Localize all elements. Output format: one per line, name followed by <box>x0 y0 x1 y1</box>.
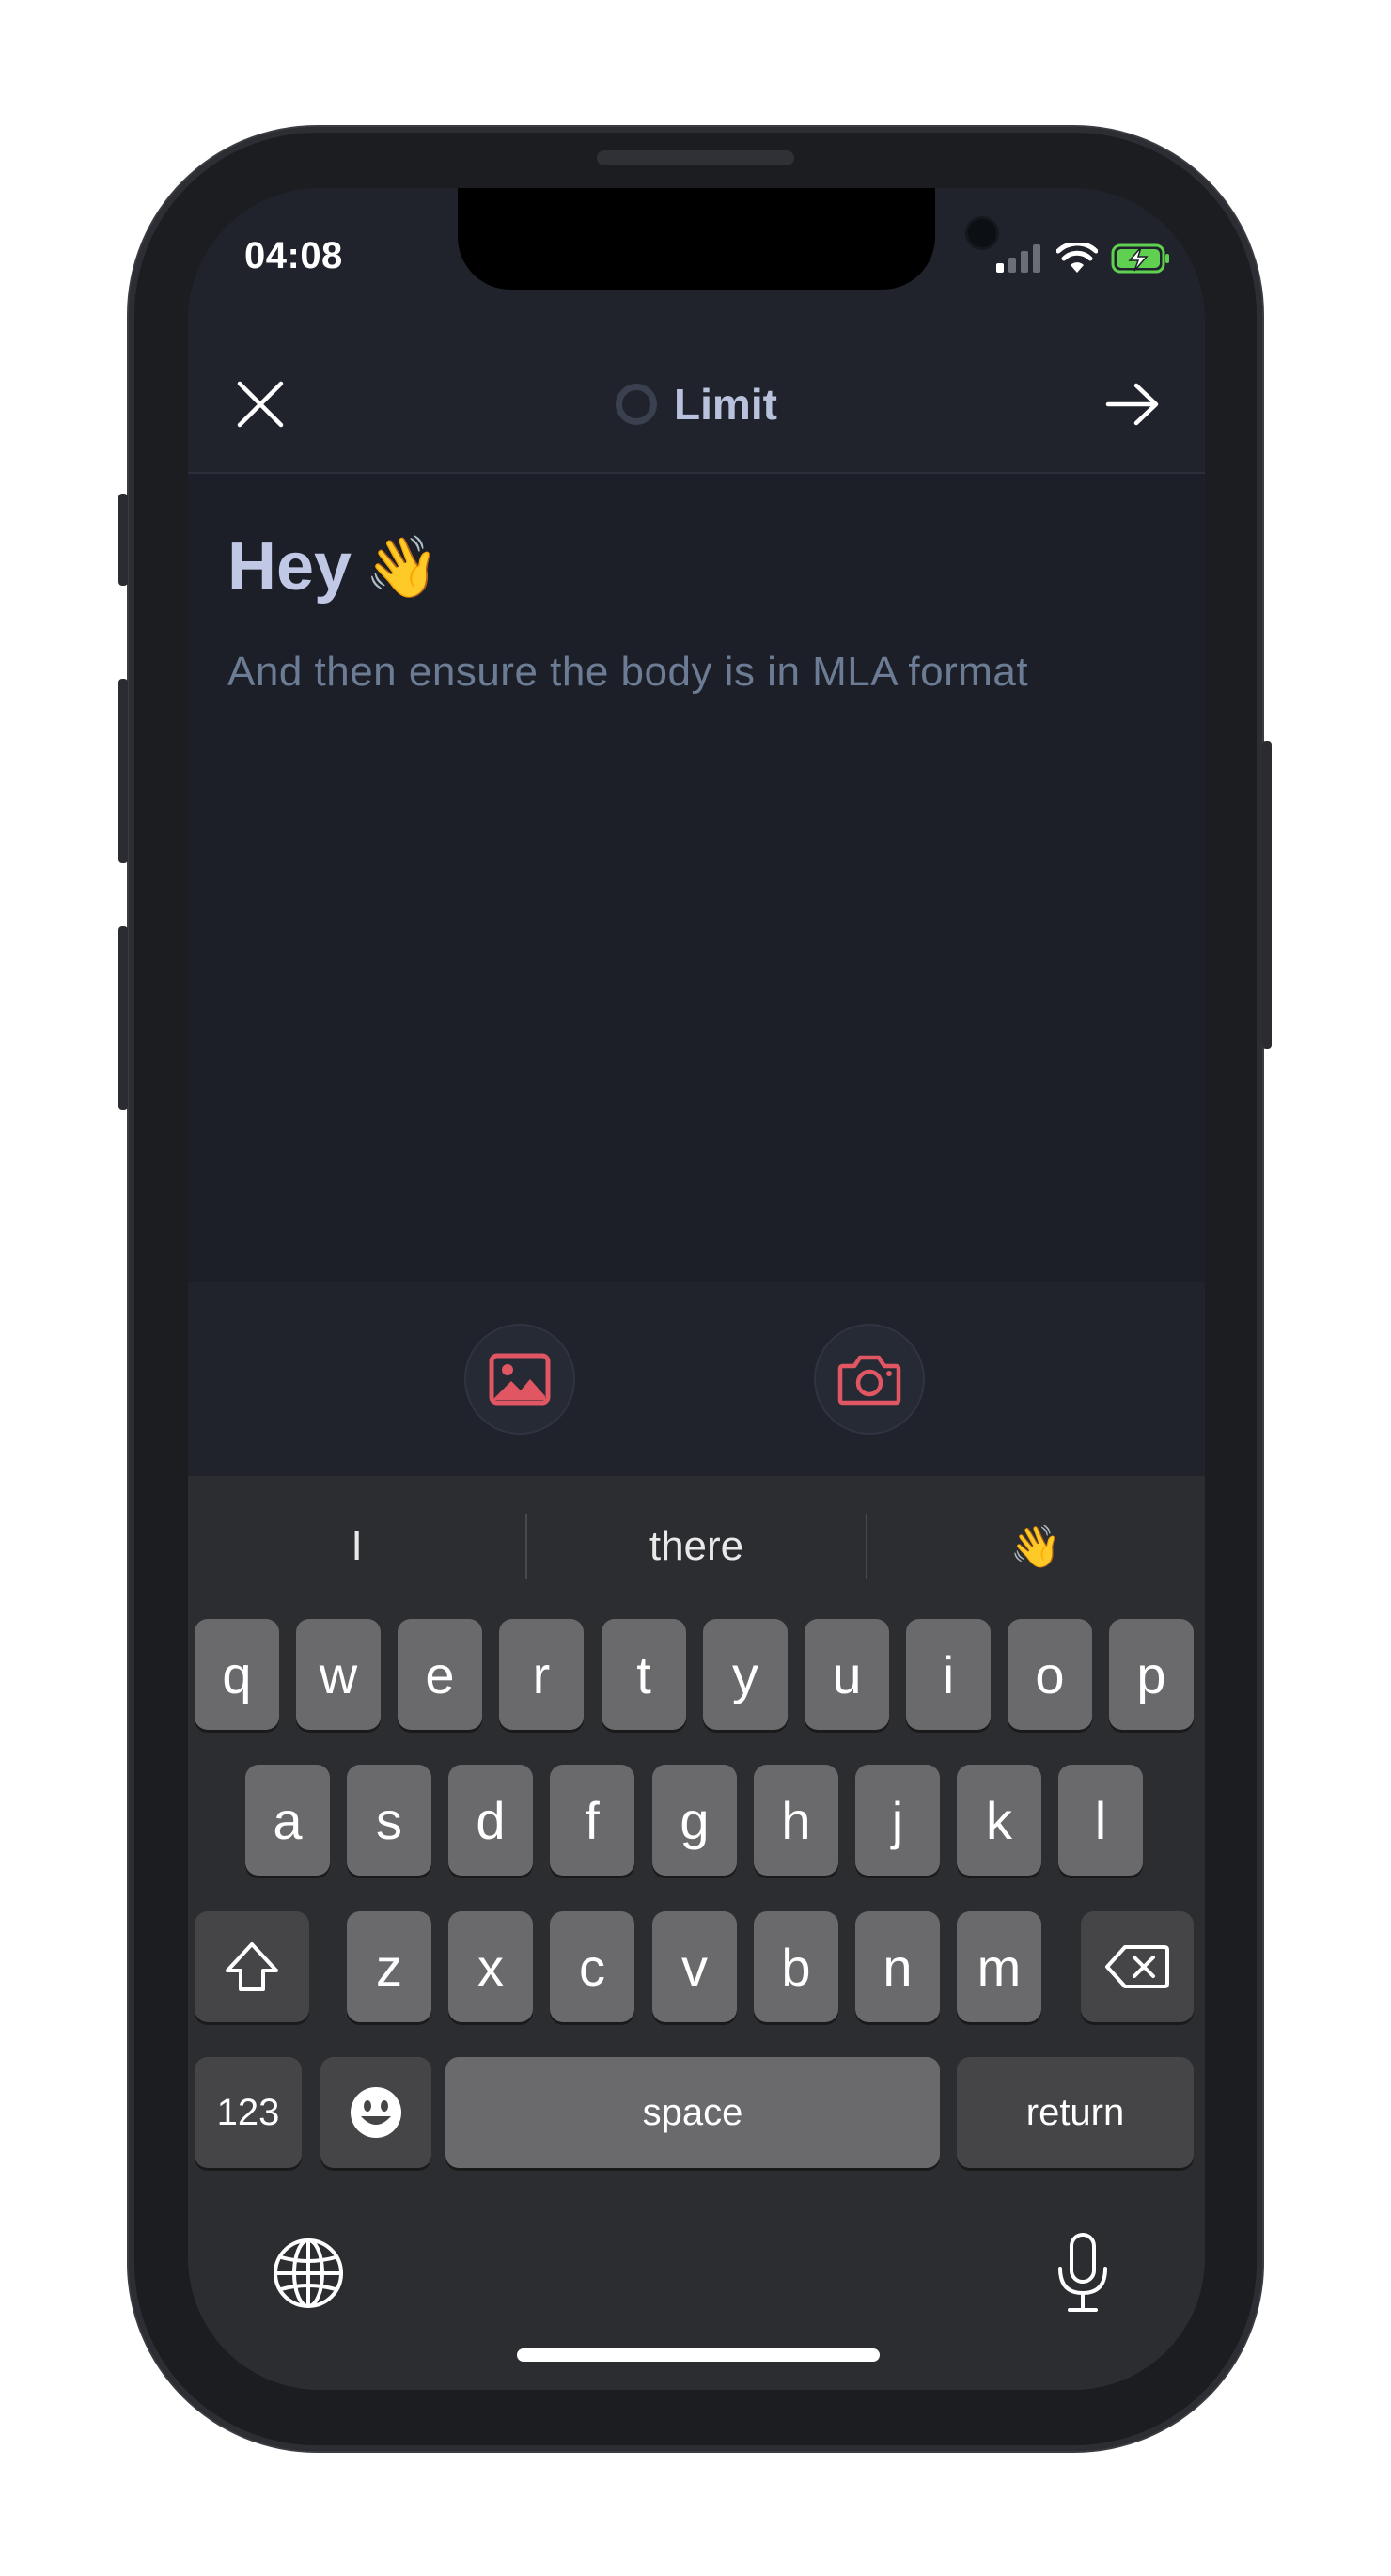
key-m[interactable]: m <box>957 1911 1041 2022</box>
key-x[interactable]: x <box>448 1911 533 2022</box>
header-title-group: Limit <box>188 374 1205 434</box>
home-indicator[interactable] <box>517 2348 880 2362</box>
key-i[interactable]: i <box>906 1619 991 1730</box>
key-h[interactable]: h <box>754 1765 838 1876</box>
shift-key[interactable] <box>195 1911 309 2022</box>
side-button-volume-up <box>118 679 128 863</box>
cellular-signal-icon <box>996 244 1040 273</box>
suggestion-bar: I there 👋 <box>188 1504 1205 1589</box>
side-button-mute <box>118 494 128 586</box>
key-o[interactable]: o <box>1008 1619 1092 1730</box>
backspace-icon <box>1105 1945 1169 1988</box>
key-t[interactable]: t <box>602 1619 686 1730</box>
camera-icon <box>837 1355 901 1406</box>
emoji-face-icon <box>351 2087 401 2138</box>
key-g[interactable]: g <box>652 1765 737 1876</box>
key-d[interactable]: d <box>448 1765 533 1876</box>
battery-charging-icon <box>1111 243 1169 274</box>
arrow-right-icon <box>1105 383 1159 426</box>
key-j[interactable]: j <box>855 1765 940 1876</box>
attach-camera-button[interactable] <box>814 1324 925 1435</box>
key-n[interactable]: n <box>855 1911 940 2022</box>
speaker-slot <box>597 150 794 165</box>
key-k[interactable]: k <box>957 1765 1041 1876</box>
character-limit-ring-icon <box>616 384 658 425</box>
suggestion-item[interactable]: I <box>188 1504 525 1589</box>
status-time: 04:08 <box>244 235 343 276</box>
wifi-icon <box>1056 243 1098 273</box>
key-f[interactable]: f <box>550 1765 634 1876</box>
key-u[interactable]: u <box>805 1619 889 1730</box>
front-camera <box>968 219 996 247</box>
key-e[interactable]: e <box>398 1619 482 1730</box>
greeting: Hey 👋 <box>227 528 440 605</box>
key-b[interactable]: b <box>754 1911 838 2022</box>
key-p[interactable]: p <box>1109 1619 1194 1730</box>
suggestion-item[interactable]: 👋 <box>867 1504 1205 1589</box>
space-key[interactable]: space <box>445 2057 940 2168</box>
dictation-button[interactable] <box>1045 2228 1120 2318</box>
globe-button[interactable] <box>271 2236 346 2311</box>
attachment-bar <box>188 1282 1205 1476</box>
side-button-volume-down <box>118 926 128 1110</box>
backspace-key[interactable] <box>1081 1911 1194 2022</box>
notch <box>458 188 996 290</box>
app-header: Limit <box>188 338 1205 474</box>
composer-area[interactable]: Hey 👋 And then ensure the body is in MLA… <box>188 474 1205 1282</box>
key-a[interactable]: a <box>245 1765 330 1876</box>
key-v[interactable]: v <box>652 1911 737 2022</box>
microphone-icon <box>1058 2233 1107 2312</box>
key-s[interactable]: s <box>347 1765 431 1876</box>
image-icon <box>489 1353 551 1406</box>
screen: 04:08 Limit Hey 👋 And then ensure the bo… <box>188 188 1205 2390</box>
status-icons <box>996 243 1171 275</box>
suggestion-item[interactable]: there <box>527 1504 865 1589</box>
waving-hand-emoji: 👋 <box>365 533 440 601</box>
shift-icon <box>226 1942 278 1991</box>
globe-icon <box>274 2238 343 2308</box>
next-button[interactable] <box>1102 374 1163 434</box>
key-y[interactable]: y <box>703 1619 788 1730</box>
key-l[interactable]: l <box>1058 1765 1143 1876</box>
emoji-key[interactable] <box>320 2057 431 2168</box>
key-z[interactable]: z <box>347 1911 431 2022</box>
numbers-key[interactable]: 123 <box>195 2057 302 2168</box>
body-text-input[interactable]: And then ensure the body is in MLA forma… <box>227 638 1073 706</box>
key-r[interactable]: r <box>499 1619 584 1730</box>
key-q[interactable]: q <box>195 1619 279 1730</box>
attach-image-button[interactable] <box>464 1324 575 1435</box>
key-c[interactable]: c <box>550 1911 634 2022</box>
keyboard: I there 👋 q w e r t y u i o p a s d f g … <box>188 1476 1205 2390</box>
side-button-power <box>1262 741 1272 1049</box>
header-title: Limit <box>674 380 777 429</box>
greeting-text: Hey <box>227 529 352 605</box>
return-key[interactable]: return <box>957 2057 1194 2168</box>
key-w[interactable]: w <box>296 1619 381 1730</box>
